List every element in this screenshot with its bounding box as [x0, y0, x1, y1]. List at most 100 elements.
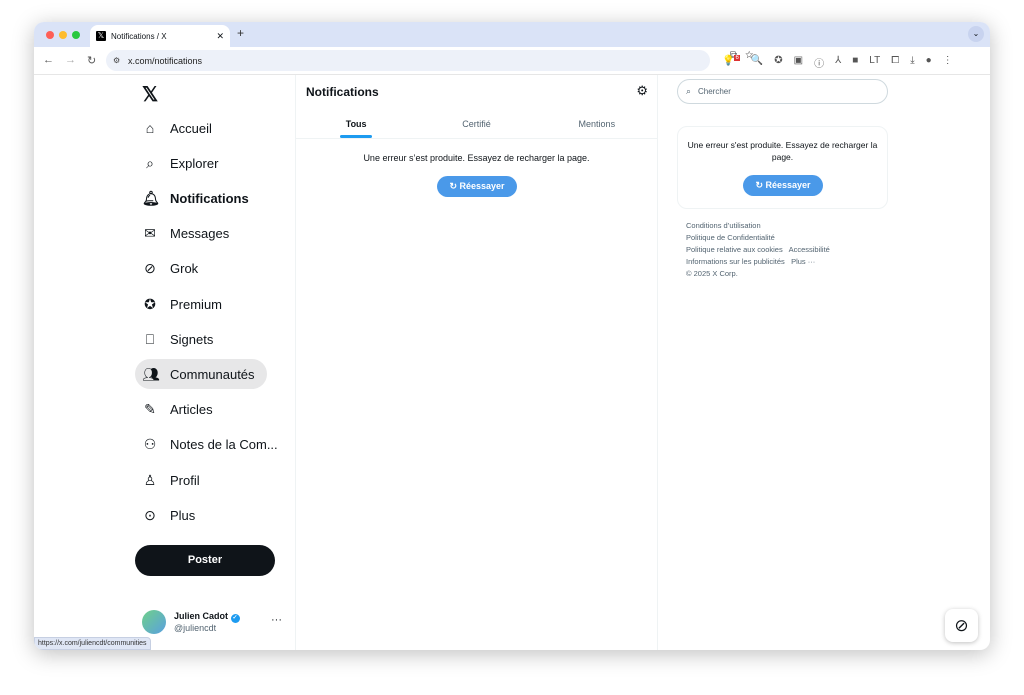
retry-button[interactable]: ↻ Réessayer — [437, 176, 517, 197]
error-message: Une erreur s'est produite. Essayez de re… — [687, 140, 878, 162]
bookmark-icon: ⎕ — [145, 330, 155, 347]
extensions-toolbar: 💡6 🔍 ✪ ▣ ⓘ ⅄ ■ LT ⧠ ⤓ ● ⋮ — [722, 55, 953, 70]
tab-search-button[interactable]: ⌄ — [968, 26, 984, 42]
status-bar-url: https://x.com/juliencdt/communities — [34, 637, 151, 650]
site-settings-icon[interactable]: ⚙ — [113, 56, 120, 65]
sidebar-item-articles[interactable]: ✎ Articles — [135, 395, 225, 425]
extension-icon[interactable]: ⅄ — [835, 55, 841, 70]
grok-icon: ⊘ — [144, 260, 156, 277]
sidebar-item-profil[interactable]: ♙ Profil — [135, 465, 212, 495]
sidebar-item-label: Notes de la Com... — [170, 437, 278, 453]
reload-button[interactable]: ↻ — [87, 54, 96, 67]
sidebar-item-plus[interactable]: ⊙ Plus — [135, 500, 207, 530]
sidebar-item-label: Premium — [170, 296, 223, 312]
grok-floating-button[interactable]: ⊘ — [945, 609, 978, 642]
avatar — [142, 610, 166, 634]
sidebar-item-label: Messages — [170, 226, 230, 242]
error-card: Une erreur s'est produite. Essayez de re… — [677, 126, 888, 209]
person-icon: ♙ — [143, 471, 157, 488]
settings-gear-icon[interactable]: ⚙ — [636, 83, 648, 99]
page-title: Notifications — [306, 85, 379, 99]
magnifier-extension-icon[interactable]: 🔍 — [751, 55, 763, 70]
premium-icon: ✪ — [144, 295, 156, 312]
tab-bar: 𝕏 Notifications / X ✕ + ⌄ — [34, 22, 990, 47]
sidebar-item-communaut-s[interactable]: 👥︎ Communautés — [135, 359, 267, 390]
articles-icon: ✎ — [144, 401, 156, 418]
sidebar-item-signets[interactable]: ⎕ Signets — [135, 324, 225, 354]
sidebar-item-explorer[interactable]: ⌕ Explorer — [135, 148, 230, 178]
sidebar-item-label: Plus — [170, 507, 196, 523]
url-text: x.com/notifications — [128, 55, 203, 66]
main-column: Notifications ⚙ Tous Certifié Mentions U… — [296, 75, 658, 650]
sidebar-item-label: Signets — [170, 331, 214, 347]
sidebar-item-label: Articles — [170, 402, 213, 418]
search-placeholder: Chercher — [698, 87, 731, 96]
sidebar-item-premium[interactable]: ✪ Premium — [135, 289, 234, 319]
url-input[interactable]: ⚙ x.com/notifications ⧉☆ — [106, 50, 753, 71]
sidebar-item-label: Profil — [170, 472, 200, 488]
download-icon[interactable]: ⤓ — [910, 55, 914, 70]
post-button[interactable]: Poster — [135, 545, 275, 576]
profile-avatar-icon[interactable]: ● — [926, 55, 932, 70]
footer-links: Conditions d’utilisation Politique de Co… — [686, 220, 830, 280]
footer-link-cookies[interactable]: Politique relative aux cookies — [686, 245, 783, 254]
tab-verified[interactable]: Certifié — [416, 111, 536, 138]
sidebar-item-label: Accueil — [170, 120, 212, 136]
sidebar-item-grok[interactable]: ⊘ Grok — [135, 254, 210, 284]
browser-window: 𝕏 Notifications / X ✕ + ⌄ ← → ↻ ⚙ x.com/… — [34, 22, 990, 650]
forward-button[interactable]: → — [65, 54, 76, 66]
extension-badge: 6 — [734, 55, 740, 61]
footer-link-terms[interactable]: Conditions d’utilisation — [686, 221, 761, 230]
browser-menu-icon[interactable]: ⋮ — [943, 55, 953, 70]
sidebar-item-label: Grok — [170, 261, 199, 277]
browser-tab[interactable]: 𝕏 Notifications / X ✕ — [90, 25, 230, 47]
x-favicon-icon: 𝕏 — [96, 31, 106, 41]
profile-handle: @juliencdt — [174, 623, 217, 633]
retry-button[interactable]: ↻ Réessayer — [743, 175, 823, 196]
sidebar-item-notifications[interactable]: 🔔︎ Notifications — [135, 183, 261, 213]
search-icon: ⌕ — [146, 154, 154, 171]
footer-link-accessibility[interactable]: Accessibilité — [789, 245, 830, 254]
page-content: 𝕏 ⌂ Accueil ⌕ Explorer 🔔︎ Notifications ✉ Messa… — [34, 75, 990, 650]
footer-link-privacy[interactable]: Politique de Confidentialité — [686, 233, 775, 242]
search-input[interactable]: ⌕ Chercher — [677, 79, 888, 104]
sidebar-item-messages[interactable]: ✉ Messages — [135, 219, 241, 249]
sidebar-item-label: Communautés — [170, 366, 255, 382]
tab-title: Notifications / X — [111, 31, 167, 41]
sidebar-item-label: Notifications — [170, 190, 249, 206]
address-bar-row: ← → ↻ ⚙ x.com/notifications ⧉☆ 💡6 🔍 ✪ ▣ … — [34, 47, 990, 75]
password-manager-icon[interactable]: ⓘ — [814, 55, 824, 70]
extension-icon[interactable]: 💡6 — [722, 55, 740, 70]
home-icon: ⌂ — [145, 120, 155, 136]
profile-name: Julien Cadot — [174, 611, 229, 621]
close-tab-icon[interactable]: ✕ — [216, 31, 224, 42]
extension-icon[interactable]: ✪ — [774, 55, 782, 70]
footer-link-ads-info[interactable]: Informations sur les publicités — [686, 257, 785, 266]
extension-icon[interactable]: ■ — [852, 55, 858, 70]
back-button[interactable]: ← — [43, 54, 54, 66]
envelope-icon: ✉ — [144, 225, 156, 242]
zoom-window-button[interactable] — [72, 31, 80, 39]
image-extension-icon[interactable]: ▣ — [794, 55, 803, 70]
footer-link-more[interactable]: Plus ··· — [791, 257, 815, 266]
retry-label: Réessayer — [459, 181, 505, 191]
notification-tabs: Tous Certifié Mentions — [296, 111, 657, 139]
tab-mentions[interactable]: Mentions — [537, 111, 657, 138]
languagetool-icon[interactable]: LT — [869, 55, 880, 70]
new-tab-button[interactable]: + — [237, 26, 244, 40]
extensions-puzzle-icon[interactable]: ⧠ — [891, 55, 899, 70]
close-window-button[interactable] — [46, 31, 54, 39]
sidebar-item-accueil[interactable]: ⌂ Accueil — [135, 113, 224, 143]
verified-badge-icon: ✓ — [230, 614, 240, 623]
minimize-window-button[interactable] — [59, 31, 67, 39]
copyright: © 2025 X Corp. — [686, 269, 738, 278]
x-logo-icon[interactable]: 𝕏 — [142, 82, 158, 107]
communities-icon: 👥︎ — [142, 365, 160, 382]
more-circle-icon: ⊙ — [144, 506, 156, 523]
tab-all[interactable]: Tous — [296, 111, 416, 138]
refresh-icon: ↻ — [755, 180, 763, 190]
sidebar-item-notes-de-la-com-[interactable]: ⚇ Notes de la Com... — [135, 430, 290, 460]
more-options-icon[interactable]: ··· — [271, 614, 282, 626]
account-switcher[interactable]: Julien Cadot ✓ @juliencdt ··· — [142, 610, 292, 634]
sidebar-item-label: Explorer — [170, 155, 219, 171]
